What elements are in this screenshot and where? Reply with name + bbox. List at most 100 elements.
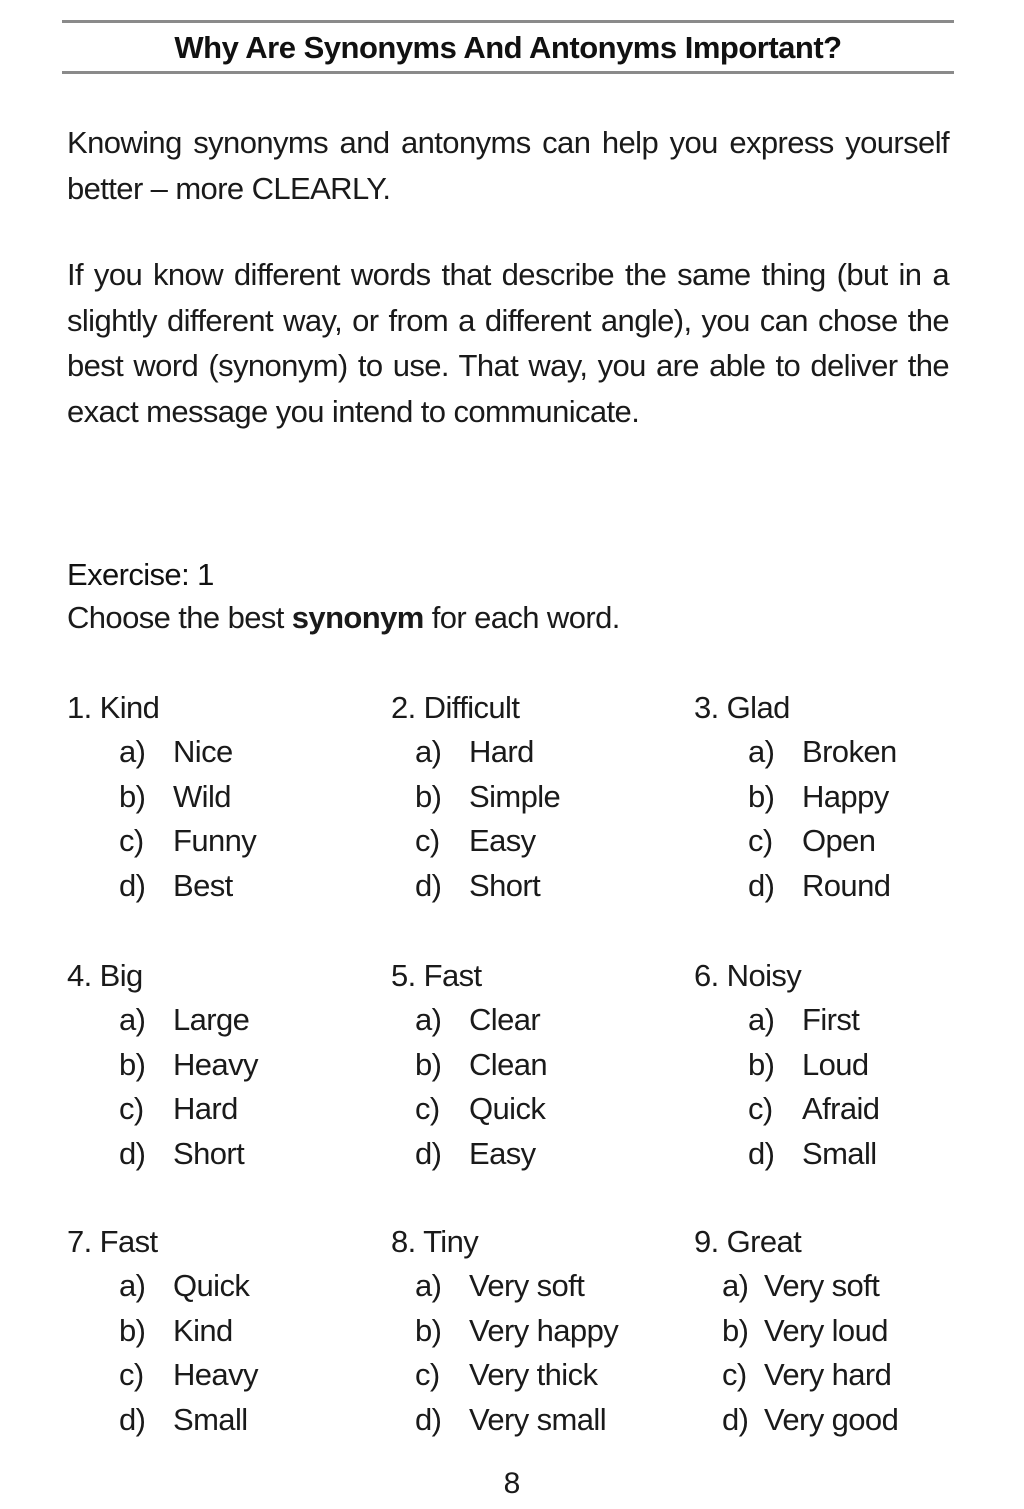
question-word: 2. Difficult: [391, 690, 520, 725]
options-list: a) Very soft b) Very loud c) Very hard d) Ve…: [694, 1264, 899, 1443]
page-number: 8: [503, 1467, 521, 1500]
question-2: 2. Difficult a) Hard b) Simple c) Easy d) Sh…: [391, 685, 561, 909]
option-letter: d): [722, 1401, 749, 1437]
option-letter: c): [119, 1357, 144, 1392]
question-word: 4. Big: [67, 958, 143, 993]
option-letter: b): [119, 1046, 146, 1082]
option-c[interactable]: c) Heavy: [119, 1353, 258, 1398]
option-text: Best: [173, 867, 233, 903]
option-c[interactable]: c) Hard: [119, 1087, 258, 1132]
options-list: a) First b) Loud c) Afraid d) Small: [694, 998, 880, 1177]
option-text: Happy: [802, 778, 889, 814]
option-d[interactable]: d) Short: [119, 1132, 258, 1177]
option-letter: a): [748, 1002, 775, 1037]
document-page: Why Are Synonyms And Antonyms Important?…: [0, 0, 1024, 1509]
option-b[interactable]: b) Happy: [748, 775, 897, 820]
question-7: 7. Fast a) Quick b) Kind c) Heavy d) Small: [67, 1219, 258, 1442]
option-c[interactable]: c) Funny: [119, 819, 257, 864]
question-word: 7. Fast: [67, 1224, 158, 1259]
option-c[interactable]: c) Easy: [415, 819, 560, 864]
option-letter: d): [415, 867, 442, 903]
option-letter: b): [415, 1312, 442, 1348]
option-b[interactable]: b) Simple: [415, 775, 561, 820]
option-d[interactable]: d) Easy: [415, 1132, 547, 1177]
option-a[interactable]: a) Clear: [415, 998, 547, 1043]
options-list: a) Very soft b) Very happy c) Very thick d)…: [391, 1264, 619, 1443]
question-word: 6. Noisy: [694, 958, 802, 993]
option-letter: a): [119, 734, 146, 769]
option-d[interactable]: d) Very small: [415, 1398, 618, 1443]
option-d[interactable]: d) Short: [415, 864, 560, 909]
option-d[interactable]: d) Small: [748, 1132, 879, 1177]
title-top-rule: [62, 20, 954, 23]
options-list: a) Broken b) Happy c) Open d) Round: [694, 730, 897, 908]
option-text: Funny: [173, 823, 257, 858]
options-list: a) Nice b) Wild c) Funny d) Best: [67, 730, 257, 909]
option-b[interactable]: b) Wild: [119, 775, 256, 820]
options-list: a) Clear b) Clean c) Quick d) Easy: [391, 998, 548, 1177]
option-d[interactable]: d) Small: [119, 1398, 258, 1443]
option-a[interactable]: a) Very soft: [722, 1264, 898, 1309]
option-c[interactable]: c) Quick: [415, 1087, 547, 1132]
intro-paragraph-2: If you know different words that describ…: [67, 257, 950, 429]
option-letter: a): [415, 1268, 442, 1303]
option-a[interactable]: a) Very soft: [415, 1264, 618, 1309]
option-letter: c): [415, 1091, 440, 1126]
option-a[interactable]: a) Quick: [119, 1264, 258, 1309]
option-letter: d): [748, 867, 775, 903]
question-8: 8. Tiny a) Very soft b) Very happy c) Very …: [391, 1219, 619, 1443]
question-3: 3. Glad a) Broken b) Happy c) Open d) Round: [694, 685, 897, 908]
option-b[interactable]: b) Clean: [415, 1043, 548, 1088]
option-text: Easy: [469, 823, 536, 858]
option-a[interactable]: a) Broken: [748, 730, 897, 775]
option-letter: d): [415, 1135, 442, 1171]
option-text: Broken: [802, 734, 897, 769]
option-b[interactable]: b) Kind: [119, 1309, 258, 1354]
option-a[interactable]: a) Large: [119, 998, 258, 1043]
option-c[interactable]: c) Open: [748, 819, 897, 864]
option-b[interactable]: b) Loud: [748, 1043, 879, 1088]
option-letter: a): [119, 1002, 146, 1037]
option-letter: b): [748, 1046, 775, 1082]
option-d[interactable]: d) Best: [119, 864, 256, 909]
instruction-text-after: for each word.: [423, 600, 621, 635]
option-b[interactable]: b) Heavy: [119, 1043, 258, 1088]
option-letter: a): [415, 1002, 442, 1037]
option-text: Very good: [764, 1401, 899, 1437]
option-c[interactable]: c) Afraid: [748, 1087, 880, 1132]
question-1: 1. Kind a) Nice b) Wild c) Funny d) Best: [67, 685, 257, 909]
option-a[interactable]: a) Hard: [415, 730, 560, 775]
option-text: Very soft: [469, 1268, 585, 1303]
option-d[interactable]: d) Very good: [722, 1398, 899, 1443]
option-b[interactable]: b) Very happy: [415, 1309, 619, 1354]
question-word: 5. Fast: [391, 958, 482, 993]
option-d[interactable]: d) Round: [748, 864, 897, 909]
option-letter: c): [722, 1357, 747, 1392]
question-5: 5. Fast a) Clear b) Clean c) Quick d) Easy: [391, 953, 548, 1177]
option-letter: c): [119, 1091, 144, 1126]
option-letter: a): [415, 734, 442, 769]
option-letter: b): [119, 1312, 146, 1348]
option-text: Hard: [173, 1091, 238, 1126]
option-text: Short: [173, 1135, 245, 1171]
option-text: Very hard: [764, 1357, 892, 1392]
option-text: Very small: [469, 1401, 607, 1437]
option-text: Kind: [173, 1312, 233, 1348]
option-text: Wild: [173, 778, 231, 814]
option-letter: c): [119, 823, 144, 858]
option-letter: c): [748, 823, 773, 858]
option-c[interactable]: c) Very hard: [722, 1353, 898, 1398]
option-b[interactable]: b) Very loud: [722, 1309, 898, 1354]
option-text: Small: [802, 1135, 877, 1171]
option-letter: a): [722, 1268, 749, 1303]
option-letter: c): [415, 823, 440, 858]
question-word: 8. Tiny: [391, 1224, 479, 1259]
option-text: Heavy: [173, 1046, 258, 1082]
option-letter: d): [415, 1401, 442, 1437]
option-c[interactable]: c) Very thick: [415, 1353, 618, 1398]
option-a[interactable]: a) First: [748, 998, 879, 1043]
option-a[interactable]: a) Nice: [119, 730, 256, 775]
options-list: a) Large b) Heavy c) Hard d) Short: [67, 998, 258, 1176]
option-text: Easy: [469, 1135, 536, 1171]
option-text: First: [802, 1002, 860, 1037]
